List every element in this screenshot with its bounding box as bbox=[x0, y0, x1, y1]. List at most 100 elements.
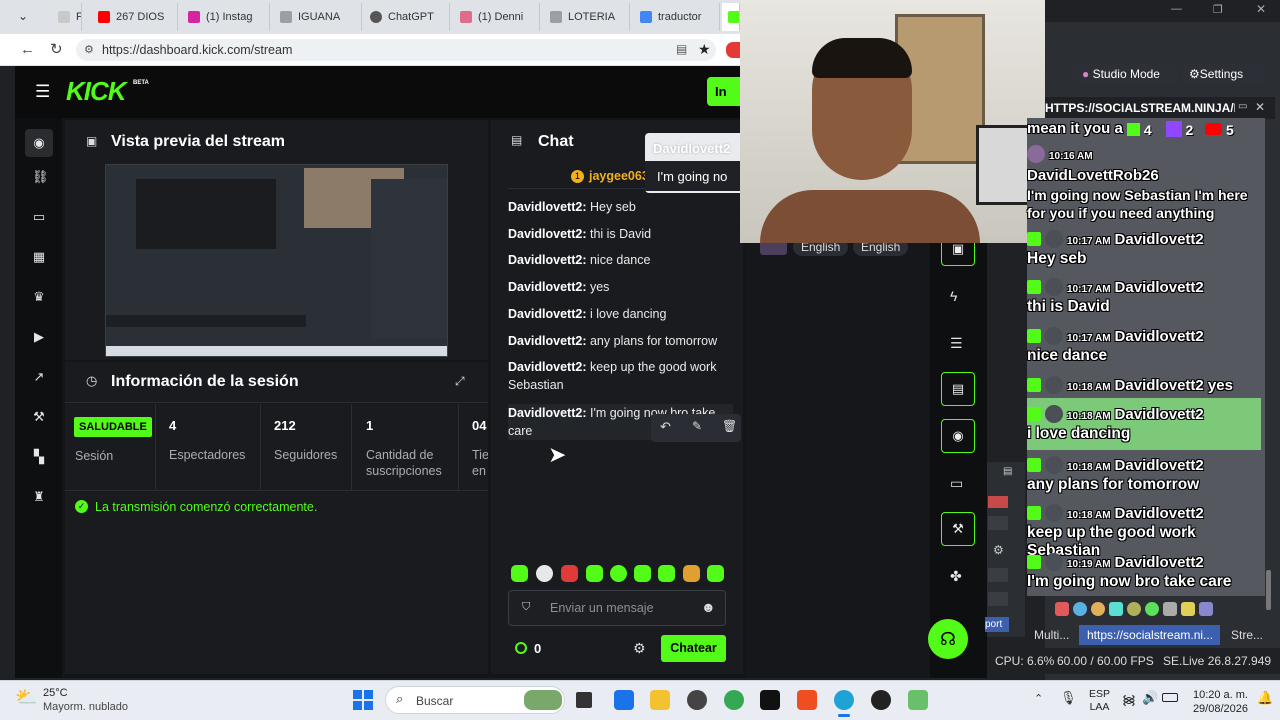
emote-icon[interactable] bbox=[634, 565, 651, 582]
toolbar-wrench-button[interactable]: ⚒ bbox=[941, 512, 975, 546]
pinned-username[interactable]: jaygee063 bbox=[589, 169, 649, 183]
dock-tab[interactable]: Multi... bbox=[1034, 628, 1069, 642]
tab-list-dropdown-button[interactable]: ⌄ bbox=[18, 9, 28, 23]
taskbar-search[interactable]: ⌕ Buscar bbox=[385, 686, 565, 714]
chat-message[interactable]: Davidlovett2: any plans for tomorrow bbox=[508, 332, 733, 350]
support-tab[interactable]: port bbox=[985, 617, 1009, 632]
nav-video-icon[interactable]: ▶ bbox=[32, 330, 46, 344]
delete-icon[interactable]: 🗑 bbox=[722, 419, 737, 433]
emoji-icon[interactable]: ☻ bbox=[701, 599, 716, 615]
maximize-icon[interactable]: ❐ bbox=[1213, 3, 1223, 16]
chat-message[interactable]: Davidlovett2: keep up the good work Seba… bbox=[508, 358, 733, 394]
dock-tab-active[interactable]: https://socialstream.ni... bbox=[1079, 625, 1220, 645]
source-item[interactable] bbox=[988, 568, 1008, 582]
browser-tab[interactable]: traductor bbox=[634, 3, 720, 31]
browser-tab-active[interactable] bbox=[722, 3, 740, 31]
menu-icon[interactable]: ☰ bbox=[35, 82, 50, 102]
browser-tab[interactable]: IGUANA bbox=[274, 3, 362, 31]
source-item[interactable] bbox=[988, 516, 1008, 530]
reply-icon[interactable]: ↶ bbox=[660, 419, 671, 435]
toolbar-apps-icon[interactable]: ✤ bbox=[950, 568, 962, 585]
wifi-icon[interactable]: ᯼ bbox=[1122, 690, 1136, 708]
nav-mod-icon[interactable]: ♜ bbox=[32, 490, 46, 504]
close-icon[interactable]: ✕ bbox=[1256, 2, 1266, 16]
edge-icon[interactable] bbox=[834, 690, 854, 710]
profile-avatar[interactable] bbox=[726, 42, 740, 58]
notification-bell-icon[interactable]: 🔔 bbox=[1257, 690, 1273, 706]
browser-tab[interactable]: LOTERIA bbox=[544, 3, 630, 31]
source-gear-icon[interactable]: ⚙ bbox=[993, 543, 1004, 557]
browser-tab[interactable]: P bbox=[52, 3, 82, 31]
browser-tab[interactable]: 267 DIOS bbox=[92, 3, 178, 31]
chat-input[interactable]: ⛉ Enviar un mensaje ☻ bbox=[508, 590, 726, 626]
source-item[interactable] bbox=[988, 592, 1008, 606]
dock-float-icon[interactable]: ▭ bbox=[1238, 101, 1247, 112]
browser-tab[interactable]: ChatGPT bbox=[364, 3, 450, 31]
emote-icon[interactable] bbox=[658, 565, 675, 582]
emote-icon[interactable] bbox=[1091, 602, 1105, 616]
bookmark-star-icon[interactable]: ★ bbox=[698, 41, 711, 58]
chat-message[interactable]: Davidlovett2: i love dancing bbox=[508, 305, 733, 323]
battery-icon[interactable] bbox=[1162, 693, 1178, 702]
chat-username[interactable]: Davidlovett2: bbox=[508, 334, 587, 348]
minimize-icon[interactable]: — bbox=[1171, 3, 1182, 15]
nav-chart-icon[interactable]: ↗ bbox=[32, 370, 46, 384]
emote-icon[interactable] bbox=[511, 565, 528, 582]
emote-icon[interactable] bbox=[561, 565, 578, 582]
tray-chevron-icon[interactable]: ⌃ bbox=[1034, 692, 1043, 705]
chat-message[interactable]: Davidlovett2: thi is David bbox=[508, 225, 733, 243]
emote-icon[interactable] bbox=[1055, 602, 1069, 616]
pin-icon[interactable]: ✎ bbox=[692, 419, 702, 433]
send-chat-button[interactable]: Chatear bbox=[661, 635, 726, 662]
emote-icon[interactable] bbox=[707, 565, 724, 582]
chat-message[interactable]: Davidlovett2: Hey seb bbox=[508, 198, 733, 216]
tiktok-icon[interactable] bbox=[760, 690, 780, 710]
chat-username[interactable]: Davidlovett2: bbox=[508, 227, 587, 241]
header-action-button[interactable]: In bbox=[707, 77, 740, 106]
toolbar-tv-icon[interactable]: ▭ bbox=[950, 475, 963, 492]
dock-tab[interactable]: Stre... bbox=[1231, 628, 1263, 642]
chat-username[interactable]: Davidlovett2: bbox=[508, 307, 587, 321]
nav-analytics-icon[interactable]: ▦ bbox=[32, 250, 46, 264]
support-headset-button[interactable]: ☊ bbox=[928, 619, 968, 659]
source-item[interactable] bbox=[988, 496, 1008, 508]
task-view-icon[interactable] bbox=[576, 692, 592, 708]
emote-icon[interactable] bbox=[610, 565, 627, 582]
toolbar-chat-button[interactable]: ▤ bbox=[941, 372, 975, 406]
emote-icon[interactable] bbox=[1199, 602, 1213, 616]
app-icon[interactable] bbox=[687, 690, 707, 710]
clock[interactable]: 10:20 a. m. 29/08/2026 bbox=[1192, 688, 1248, 716]
chat-username[interactable]: Davidlovett2: bbox=[508, 360, 587, 374]
emote-icon[interactable] bbox=[1109, 602, 1123, 616]
nav-trophy-icon[interactable]: ♛ bbox=[32, 290, 46, 304]
toolbar-lightning-icon[interactable]: ϟ bbox=[950, 288, 957, 304]
chat-username[interactable]: Davidlovett2: bbox=[508, 280, 587, 294]
settings-button[interactable]: ⚙Settings bbox=[1183, 63, 1265, 85]
chat-username[interactable]: Davidlovett2: bbox=[508, 253, 587, 267]
weather-icon[interactable]: ⛅ bbox=[15, 687, 37, 708]
kick-logo[interactable]: KICK bbox=[66, 76, 127, 107]
nav-wrench-icon[interactable]: ⚒ bbox=[32, 410, 46, 424]
reload-button[interactable]: ↻ bbox=[50, 40, 63, 58]
channel-points-icon[interactable] bbox=[515, 642, 527, 654]
emote-icon[interactable] bbox=[1163, 602, 1177, 616]
chat-username[interactable]: Davidlovett2: bbox=[508, 200, 587, 214]
brave-icon[interactable] bbox=[797, 690, 817, 710]
language-indicator[interactable]: ESP LAA bbox=[1089, 688, 1110, 714]
emote-icon[interactable] bbox=[1073, 602, 1087, 616]
emote-icon[interactable] bbox=[683, 565, 700, 582]
emote-icon[interactable] bbox=[1181, 602, 1195, 616]
volume-icon[interactable]: 🔊 bbox=[1142, 690, 1158, 706]
start-button[interactable] bbox=[353, 690, 373, 710]
dock-close-icon[interactable]: ✕ bbox=[1255, 100, 1265, 114]
nav-window-icon[interactable]: ▭ bbox=[32, 210, 46, 224]
nav-link-icon[interactable]: ⛓ bbox=[32, 170, 49, 184]
stream-preview-thumbnail[interactable] bbox=[105, 164, 448, 357]
emote-icon[interactable] bbox=[1145, 602, 1159, 616]
expand-icon[interactable]: ⤢ bbox=[455, 374, 465, 389]
toolbar-record-button[interactable]: ◉ bbox=[941, 419, 975, 453]
browser-tab[interactable]: (1) Denni bbox=[454, 3, 540, 31]
studio-mode-button[interactable]: ● Studio Mode bbox=[1074, 63, 1179, 85]
microphone-icon[interactable]: 🎙 bbox=[1060, 690, 1077, 706]
emote-icon[interactable] bbox=[586, 565, 603, 582]
